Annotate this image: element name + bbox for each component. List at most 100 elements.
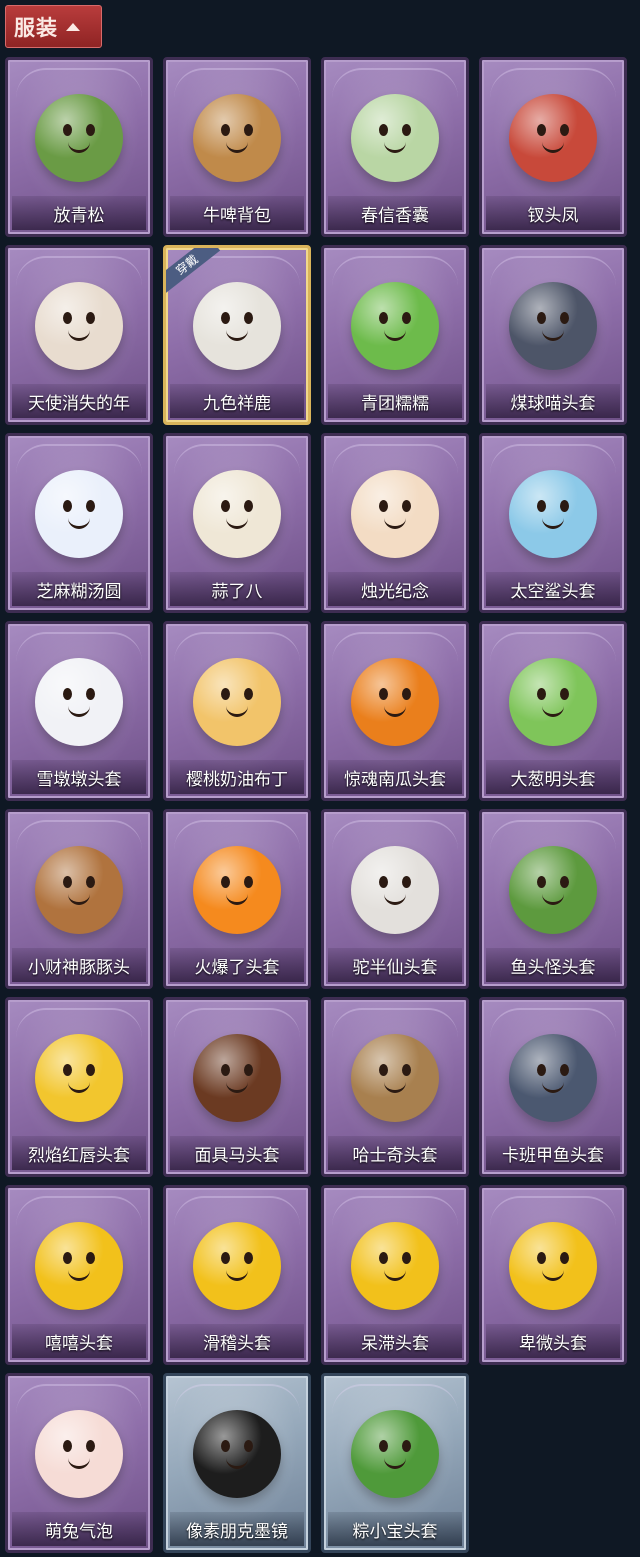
costume-icon [509,470,597,558]
costume-icon [193,470,281,558]
costume-face-graphic [63,1063,95,1093]
costume-category-toggle[interactable]: 服装 [5,5,102,48]
costume-name: 驼半仙头套 [352,957,438,978]
costume-card[interactable]: 面具马头套 [163,997,311,1177]
costume-label-bar: 萌兔气泡 [12,1512,146,1546]
costume-card[interactable]: 太空鲨头套 [479,433,627,613]
costume-face-graphic [63,311,95,341]
costume-card[interactable]: 火爆了头套 [163,809,311,989]
costume-face-graphic [537,1063,569,1093]
costume-card[interactable]: 雪墩墩头套 [5,621,153,801]
costume-card[interactable]: 驼半仙头套 [321,809,469,989]
costume-card[interactable]: 春信香囊 [321,57,469,237]
costume-face-graphic [63,123,95,153]
costume-card[interactable]: 滑稽头套 [163,1185,311,1365]
costume-name: 面具马头套 [194,1145,280,1166]
category-title: 服装 [14,15,58,40]
costume-face-graphic [379,687,411,717]
costume-card[interactable]: 嘻嘻头套 [5,1185,153,1365]
costume-face-graphic [63,1439,95,1469]
costume-card[interactable]: 哈士奇头套 [321,997,469,1177]
costume-face-graphic [63,687,95,717]
costume-name: 惊魂南瓜头套 [344,769,446,790]
costume-icon [35,846,123,934]
costume-card[interactable]: 烈焰红唇头套 [5,997,153,1177]
costume-icon [351,846,439,934]
costume-label-bar: 哈士奇头套 [328,1136,462,1170]
costume-card[interactable]: 蒜了八 [163,433,311,613]
costume-icon [509,282,597,370]
costume-name: 粽小宝头套 [352,1521,438,1542]
costume-icon [35,282,123,370]
costume-card[interactable]: 小财神豚豚头 [5,809,153,989]
costume-name: 天使消失的年 [28,393,130,414]
costume-icon [351,94,439,182]
costume-icon [509,94,597,182]
costume-card[interactable]: 钗头凤 [479,57,627,237]
costume-label-bar: 雪墩墩头套 [12,760,146,794]
costume-label-bar: 卡班甲鱼头套 [486,1136,620,1170]
costume-name: 像素朋克墨镜 [186,1521,288,1542]
costume-name: 雪墩墩头套 [36,769,122,790]
costume-icon [351,658,439,746]
costume-name: 牛啤背包 [203,205,271,226]
costume-card[interactable]: 像素朋克墨镜 [163,1373,311,1553]
costume-icon [351,1410,439,1498]
costume-label-bar: 滑稽头套 [170,1324,304,1358]
costume-card[interactable]: 大葱明头套 [479,621,627,801]
costume-label-bar: 呆滞头套 [328,1324,462,1358]
costume-icon [193,1222,281,1310]
costume-card[interactable]: 煤球喵头套 [479,245,627,425]
costume-card[interactable]: 烛光纪念 [321,433,469,613]
costume-name: 烛光纪念 [361,581,429,602]
costume-name: 小财神豚豚头 [28,957,130,978]
costume-card[interactable]: 呆滞头套 [321,1185,469,1365]
costume-card[interactable]: 牛啤背包 [163,57,311,237]
costume-card[interactable]: 九色祥鹿 穿戴 [163,245,311,425]
costume-icon [193,94,281,182]
costume-face-graphic [537,311,569,341]
costume-name: 卑微头套 [519,1333,587,1354]
costume-card[interactable]: 卡班甲鱼头套 [479,997,627,1177]
costume-icon [351,282,439,370]
costume-name: 火爆了头套 [194,957,280,978]
costume-card[interactable]: 粽小宝头套 [321,1373,469,1553]
costume-label-bar: 烛光纪念 [328,572,462,606]
costume-label-bar: 钗头凤 [486,196,620,230]
costume-card[interactable]: 萌兔气泡 [5,1373,153,1553]
costume-card[interactable]: 樱桃奶油布丁 [163,621,311,801]
costume-face-graphic [221,1439,253,1469]
costume-label-bar: 火爆了头套 [170,948,304,982]
costume-face-graphic [537,123,569,153]
costume-label-bar: 烈焰红唇头套 [12,1136,146,1170]
costume-label-bar: 芝麻糊汤圆 [12,572,146,606]
costume-label-bar: 青团糯糯 [328,384,462,418]
costume-label-bar: 像素朋克墨镜 [170,1512,304,1546]
costume-face-graphic [221,499,253,529]
costume-face-graphic [63,499,95,529]
costume-card[interactable]: 卑微头套 [479,1185,627,1365]
costume-label-bar: 樱桃奶油布丁 [170,760,304,794]
costume-card[interactable]: 青团糯糯 [321,245,469,425]
costume-face-graphic [221,1063,253,1093]
costume-card[interactable]: 放青松 [5,57,153,237]
costume-face-graphic [379,1063,411,1093]
costume-face-graphic [379,1439,411,1469]
costume-card[interactable]: 惊魂南瓜头套 [321,621,469,801]
costume-label-bar: 鱼头怪头套 [486,948,620,982]
costume-label-bar: 蒜了八 [170,572,304,606]
costume-icon [35,658,123,746]
costume-icon [35,94,123,182]
costume-icon [35,1034,123,1122]
costume-card[interactable]: 芝麻糊汤圆 [5,433,153,613]
costume-name: 呆滞头套 [361,1333,429,1354]
costume-icon [351,1222,439,1310]
costume-face-graphic [221,875,253,905]
costume-icon [509,846,597,934]
costume-label-bar: 卑微头套 [486,1324,620,1358]
costume-card[interactable]: 天使消失的年 [5,245,153,425]
costume-name: 烈焰红唇头套 [28,1145,130,1166]
costume-card[interactable]: 鱼头怪头套 [479,809,627,989]
costume-label-bar: 天使消失的年 [12,384,146,418]
costume-icon [509,658,597,746]
